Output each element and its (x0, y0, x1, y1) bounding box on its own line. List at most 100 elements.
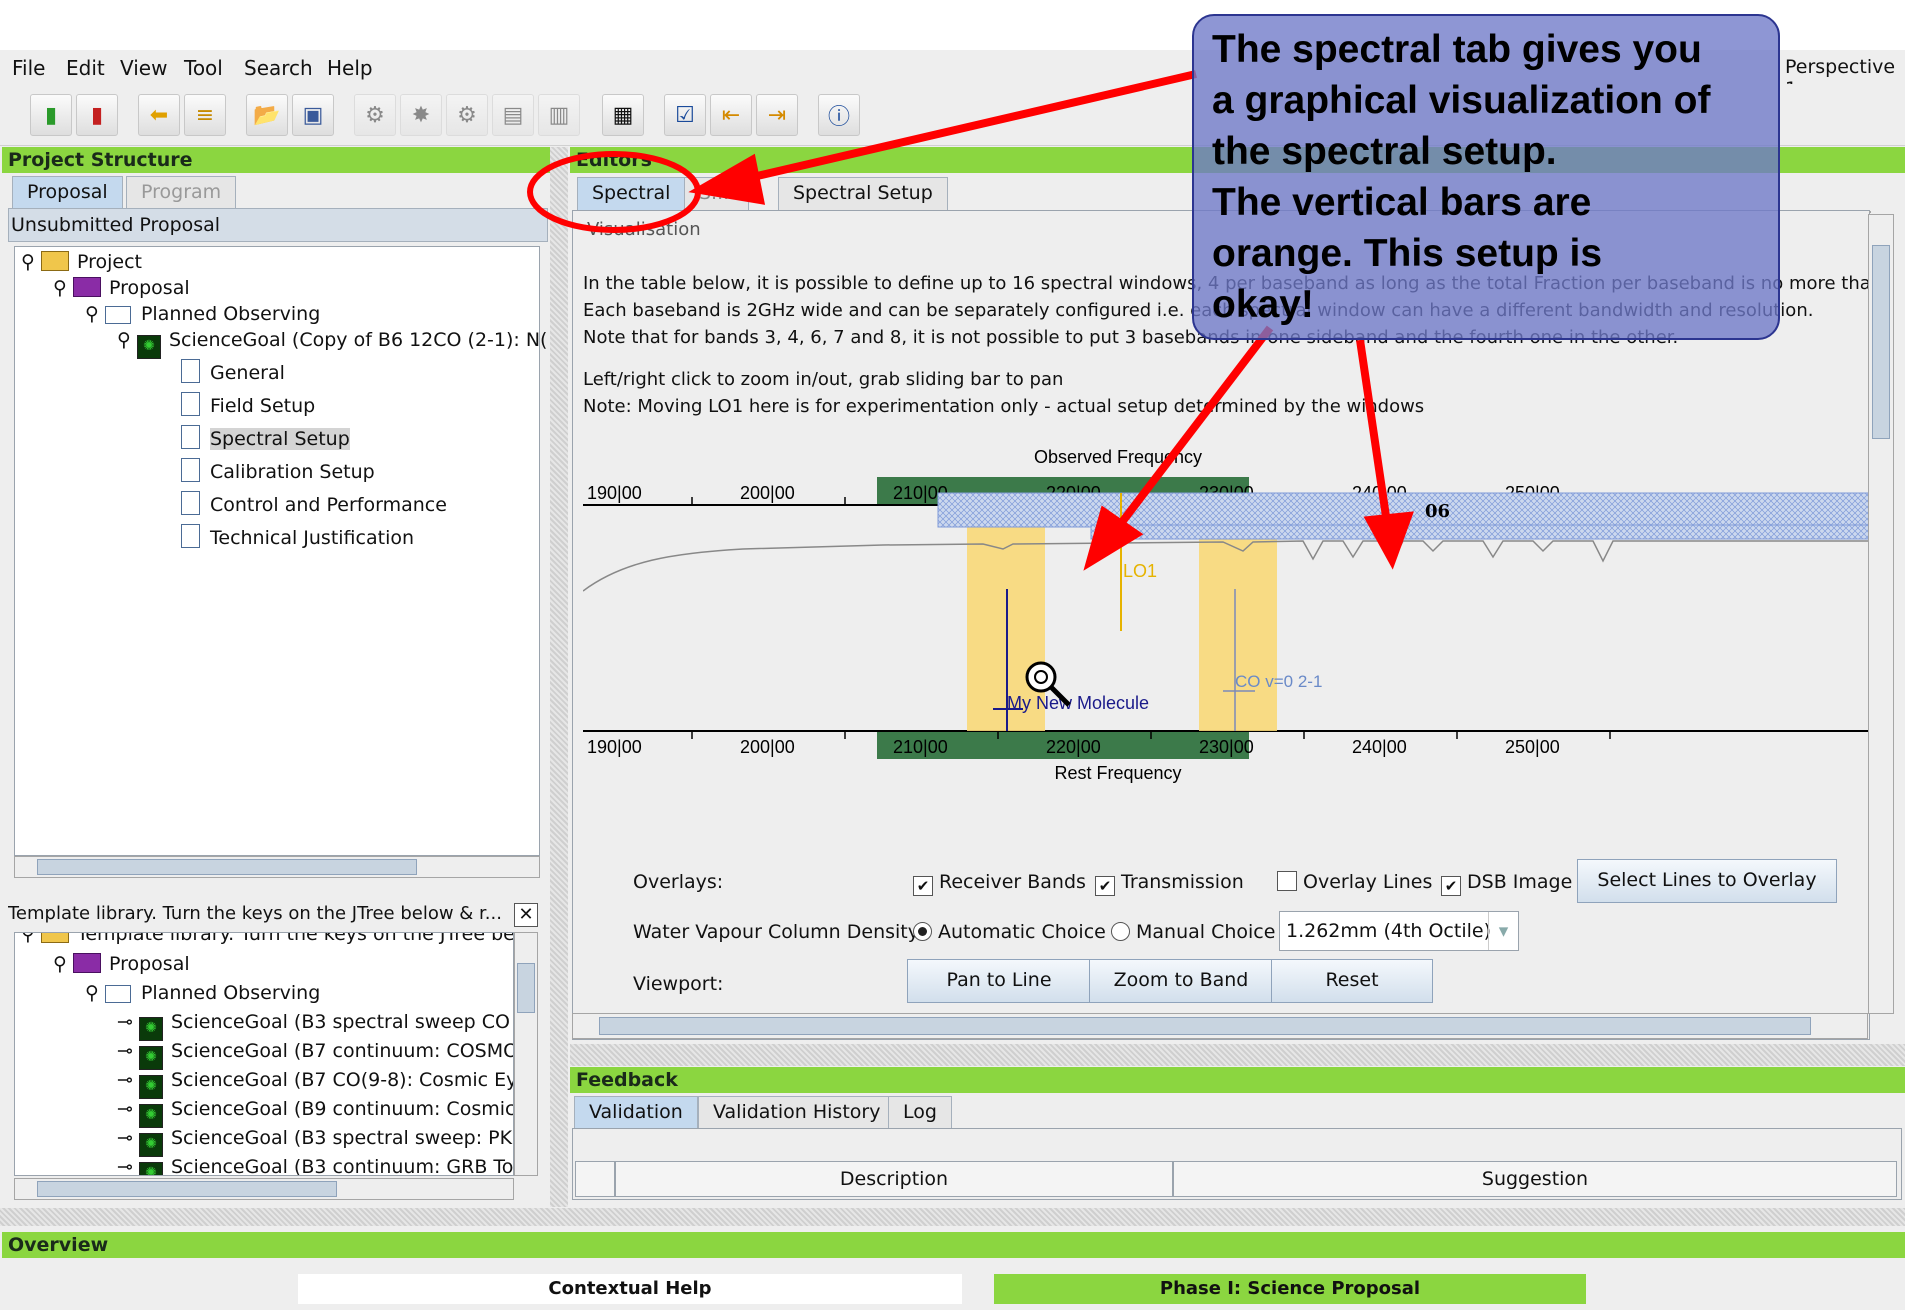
overlay-lines-checkbox[interactable]: Overlay Lines (1277, 871, 1432, 893)
spectral-visualisation-plot[interactable]: Observed Frequency 190|00 200|00 210|00 … (583, 441, 1871, 821)
export-icon[interactable]: ▥ (538, 94, 580, 136)
tree-node-project[interactable]: ⚲ Project (21, 251, 142, 273)
tree-item-technical-justification[interactable]: Technical Justification (181, 524, 414, 549)
proposal-folder-icon (72, 277, 101, 297)
editor-vscrollbar[interactable] (1868, 214, 1894, 1014)
import-icon[interactable]: ≡ (184, 94, 226, 136)
document-icon (181, 458, 200, 482)
science-goal-icon: ✺ (138, 1162, 163, 1175)
menu-help[interactable]: Help (327, 56, 373, 80)
vertical-splitter[interactable] (550, 147, 568, 1207)
back-arrow-icon[interactable]: ⬅ (138, 94, 180, 136)
tree-node-science-goal[interactable]: ⚲ ✺ ScienceGoal (Copy of B6 12CO (2-1): N… (117, 329, 547, 359)
receiver-bands-checkbox[interactable]: ✔ Receiver Bands (913, 871, 1086, 896)
reset-button[interactable]: Reset (1271, 959, 1433, 1003)
contextual-help-button[interactable]: Contextual Help (298, 1274, 962, 1304)
select-lines-button[interactable]: Select Lines to Overlay (1577, 859, 1837, 903)
tab-program[interactable]: Program (126, 176, 237, 209)
checkbox-label: Receiver Bands (939, 871, 1086, 893)
tab-spatial[interactable]: S...l (684, 177, 750, 210)
tree-item-field-setup[interactable]: Field Setup (181, 392, 315, 417)
tree-label: ScienceGoal (B3 spectral sweep: PK! (170, 1127, 514, 1149)
calculator-icon[interactable]: ▦ (602, 94, 644, 136)
scroll-thumb[interactable] (37, 859, 417, 875)
menu-search[interactable]: Search (244, 56, 313, 80)
copy-icon[interactable]: ▤ (492, 94, 534, 136)
folder-icon (104, 306, 131, 324)
dsb-image-checkbox[interactable]: ✔ DSB Image (1441, 871, 1572, 896)
validate-icon[interactable]: ☑ (664, 94, 706, 136)
template-goal[interactable]: ⊸ ✺ ScienceGoal (B3 continuum: GRB To (117, 1156, 513, 1175)
tree-label: ScienceGoal (B9 continuum: Cosmic (170, 1098, 514, 1120)
new-proposal-icon[interactable]: ▮ (30, 94, 72, 136)
phase1-proposal-status[interactable]: Phase I: Science Proposal (994, 1274, 1586, 1304)
chevron-down-icon: ▾ (1488, 912, 1518, 950)
template-node-proposal[interactable]: ⚲ Proposal (53, 953, 190, 975)
tab-spectral[interactable]: Spectral (577, 177, 686, 210)
tab-validation[interactable]: Validation (574, 1096, 698, 1129)
template-goal[interactable]: ⊸ ✺ ScienceGoal (B7 CO(9-8): Cosmic Ey (117, 1069, 513, 1099)
template-goal[interactable]: ⊸ ✺ ScienceGoal (B3 spectral sweep: PK! (117, 1127, 514, 1157)
editor-hscrollbar[interactable] (572, 1013, 1868, 1039)
bottom-splitter[interactable] (0, 1208, 1905, 1226)
validation-table: Description Suggestion (572, 1128, 1902, 1200)
column-suggestion[interactable]: Suggestion (1173, 1161, 1897, 1197)
tree-item-control-performance[interactable]: Control and Performance (181, 491, 447, 516)
template-goal[interactable]: ⊸ ✺ ScienceGoal (B3 spectral sweep CO (117, 1011, 510, 1041)
info-text-5: Note: Moving LO1 here is for experimenta… (583, 396, 1425, 417)
transmission-checkbox[interactable]: ✔ Transmission (1095, 871, 1244, 896)
scroll-thumb[interactable] (37, 1181, 337, 1197)
template-goal[interactable]: ⊸ ✺ ScienceGoal (B9 continuum: Cosmic (117, 1098, 514, 1128)
delete-icon[interactable]: ▮ (76, 94, 118, 136)
settings-icon[interactable]: ⚙ (446, 94, 488, 136)
tree-item-calibration-setup[interactable]: Calibration Setup (181, 458, 375, 483)
column-description[interactable]: Description (615, 1161, 1173, 1197)
open-folder-icon[interactable]: 📂 (246, 94, 288, 136)
scroll-thumb[interactable] (517, 963, 535, 1013)
scroll-thumb[interactable] (599, 1017, 1811, 1035)
water-vapour-select[interactable]: 1.262mm (4th Octile) ▾ (1279, 911, 1519, 951)
tab-spectral-setup[interactable]: Spectral Setup (778, 177, 948, 210)
previous-icon[interactable]: ⇤ (710, 94, 752, 136)
science-goal-icon: ✺ (138, 1133, 163, 1157)
menu-edit[interactable]: Edit (66, 56, 105, 80)
menu-view[interactable]: View (120, 56, 167, 80)
info-text-4: Left/right click to zoom in/out, grab sl… (583, 369, 1064, 390)
tree-label: ScienceGoal (Copy of B6 12CO (2-1): N( (168, 329, 548, 351)
band-number-label: 06 (1425, 501, 1450, 522)
open-folder-icon (40, 933, 69, 943)
tab-validation-history[interactable]: Validation History (698, 1096, 896, 1129)
spectral-window-bar[interactable] (1199, 523, 1277, 731)
tree-item-spectral-setup[interactable]: Spectral Setup (181, 425, 350, 450)
bottom-tick-label: 210|00 (893, 737, 948, 757)
template-tree-vscrollbar[interactable] (514, 932, 538, 1176)
template-goal[interactable]: ⊸ ✺ ScienceGoal (B7 continuum: COSMO (117, 1040, 513, 1070)
automatic-choice-radio[interactable]: Automatic Choice (913, 921, 1106, 943)
star-icon[interactable]: ✸ (400, 94, 442, 136)
save-icon[interactable]: ▣ (292, 94, 334, 136)
editor-vscrollbar[interactable] (1869, 211, 1871, 213)
gear-icon[interactable]: ⚙ (354, 94, 396, 136)
manual-choice-radio[interactable]: Manual Choice (1111, 921, 1275, 943)
tree-node-planned-observing[interactable]: ⚲ Planned Observing (85, 303, 320, 325)
menu-file[interactable]: File (12, 56, 45, 80)
pan-to-line-button[interactable]: Pan to Line (907, 959, 1091, 1003)
project-tree-hscrollbar[interactable] (14, 856, 540, 878)
template-tree-hscrollbar[interactable] (14, 1178, 514, 1200)
template-node-planned[interactable]: ⚲ Planned Observing (85, 982, 320, 1004)
bottom-tick-label: 220|00 (1046, 737, 1101, 757)
zoom-to-band-button[interactable]: Zoom to Band (1089, 959, 1273, 1003)
next-icon[interactable]: ⇥ (756, 94, 798, 136)
tree-item-general[interactable]: General (181, 359, 285, 384)
menu-tool[interactable]: Tool (184, 56, 223, 80)
close-icon[interactable]: ✕ (514, 903, 538, 927)
top-tick-label: 190|00 (587, 483, 642, 503)
tab-log[interactable]: Log (888, 1096, 952, 1129)
scroll-thumb[interactable] (1872, 245, 1890, 439)
tab-proposal[interactable]: Proposal (12, 176, 123, 209)
tree-node-proposal[interactable]: ⚲ Proposal (53, 277, 190, 299)
template-root[interactable]: ⚲ Template library. Turn the keys on the… (21, 933, 513, 945)
document-icon (181, 359, 200, 383)
help-icon[interactable]: ⓘ (818, 94, 860, 136)
horizontal-splitter[interactable] (570, 1044, 1905, 1066)
